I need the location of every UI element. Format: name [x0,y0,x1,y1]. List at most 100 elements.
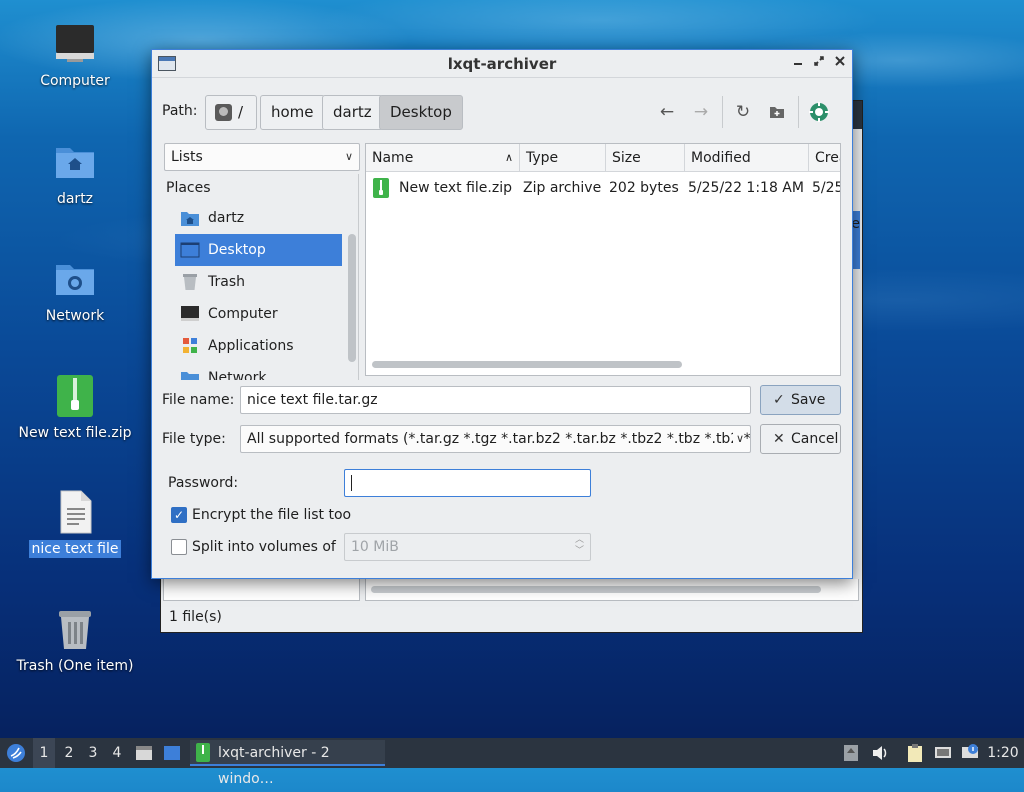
file-list-header: Name ∧ Type Size Modified Crea [366,144,840,172]
trash-icon [183,274,197,290]
toolbar-separator [798,96,799,128]
workspace-1[interactable]: 1 [33,738,55,768]
desktop-icon-network[interactable]: Network [10,257,140,325]
breadcrumb-home[interactable]: home [260,95,325,130]
place-item-network[interactable]: Network [175,362,342,380]
taskbar: 1 2 3 4 lxqt-archiver - 2 windo… 1:20 [0,738,1024,787]
sort-ascending-icon: ∧ [504,151,513,164]
tray-volume[interactable] [871,744,889,762]
password-input[interactable] [344,469,591,497]
tray-notification[interactable] [961,744,979,762]
place-item-dartz[interactable]: dartz [175,202,342,234]
folder-pane[interactable] [163,579,360,601]
network-wired-icon [935,747,951,758]
column-header-name[interactable]: Name ∧ [366,144,520,172]
file-size: 202 bytes [609,180,679,196]
horizontal-scrollbar[interactable] [371,586,821,593]
clock[interactable]: 1:20 [985,738,1021,768]
password-label: Password: [168,475,239,491]
clock-text: 1:20 [987,745,1019,761]
zip-archive-icon [53,374,97,418]
breadcrumb-desktop[interactable]: Desktop [379,95,463,130]
computer-icon [181,306,199,321]
workspace-4[interactable]: 4 [106,738,128,768]
pane-separator[interactable] [358,174,359,380]
checkmark-icon: ✓ [773,392,785,408]
close-icon: ✕ [773,431,785,447]
file-manager-icon [136,746,152,760]
desktop-icon-trash[interactable]: Trash (One item) [10,607,140,675]
show-desktop-button[interactable] [161,738,183,768]
column-header-created[interactable]: Crea [809,144,840,172]
workspace-2[interactable]: 2 [58,738,80,768]
forward-button[interactable]: → [686,94,716,130]
desktop-icon [180,242,200,258]
place-item-computer[interactable]: Computer [175,298,342,330]
split-checkbox[interactable] [171,539,187,555]
minimize-button[interactable] [789,54,807,72]
file-name-input[interactable]: nice text file.tar.gz [240,386,751,414]
split-label: Split into volumes of [192,539,336,555]
desktop-icon-label: Trash (One item) [16,658,134,674]
workspace-3[interactable]: 3 [82,738,104,768]
file-created: 5/25 [812,180,841,196]
place-label: Desktop [208,242,266,258]
file-type-select[interactable]: All supported formats (*.tar.gz *.tgz *.… [240,425,751,453]
save-label: Save [791,392,826,408]
place-label: dartz [208,210,245,226]
back-button[interactable]: ← [652,94,682,130]
dialog-titlebar[interactable]: lxqt-archiver [152,50,852,78]
column-header-type[interactable]: Type [520,144,606,172]
reload-button[interactable]: ↻ [728,94,758,130]
applications-icon [183,338,197,353]
dialog-title: lxqt-archiver [447,55,557,73]
breadcrumb-dartz[interactable]: dartz [322,95,383,130]
column-header-size[interactable]: Size [606,144,685,172]
breadcrumb-label: / [238,103,244,121]
volume-size-value: 10 MiB [351,539,399,555]
file-row[interactable]: New text file.zip Zip archive 202 bytes … [366,174,840,202]
desktop-icon-computer[interactable]: Computer [10,22,140,90]
file-type-value: All supported formats (*.tar.gz *.tgz *.… [247,431,751,447]
tray-network[interactable] [934,744,952,762]
network-folder-icon [53,257,97,301]
desktop-icon-home[interactable]: dartz [10,140,140,208]
view-options-button[interactable] [804,94,834,130]
new-folder-button[interactable] [762,94,792,130]
volume-size-spinbox[interactable]: 10 MiB ︿ ﹀ [344,533,591,561]
taskbar-task-archiver[interactable]: lxqt-archiver - 2 windo… [190,740,385,787]
breadcrumb-label: dartz [333,103,372,121]
file-manager-launcher[interactable] [133,738,155,768]
path-bar: Path: / home dartz Desktop ← → ↻ [152,94,852,130]
spin-arrows-icon[interactable]: ︿ ﹀ [575,535,584,557]
new-folder-icon [770,107,784,118]
file-list-hscrollbar[interactable] [372,361,682,368]
maximize-button[interactable] [810,54,828,72]
place-item-trash[interactable]: Trash [175,266,342,298]
lubuntu-logo-icon [7,744,25,762]
encrypt-checkbox[interactable]: ✓ [171,507,187,523]
file-name-label: File name: [162,392,235,408]
save-button[interactable]: ✓ Save [760,385,841,415]
home-folder-icon [53,140,97,184]
close-button[interactable] [831,54,849,72]
cancel-label: Cancel [791,431,839,447]
place-item-applications[interactable]: Applications [175,330,342,362]
close-icon [835,56,845,66]
network-folder-icon [181,372,199,380]
places-view-select[interactable]: Lists ∨ [164,143,360,171]
column-header-modified[interactable]: Modified [685,144,809,172]
tray-clipboard[interactable] [907,744,925,762]
start-menu-button[interactable] [4,738,28,768]
cancel-button[interactable]: ✕ Cancel [760,424,841,454]
desktop-icon-text-file[interactable]: nice text file [10,490,140,558]
desktop-icon-zip[interactable]: New text file.zip [10,374,140,442]
desktop-icon-label: nice text file [28,540,122,558]
workspace-label: 2 [64,745,74,761]
place-item-desktop[interactable]: Desktop [175,234,342,266]
places-scrollbar[interactable] [348,234,356,362]
breadcrumb-root[interactable]: / [205,95,257,130]
tray-updates[interactable] [843,744,861,762]
places-sidebar: Places dartz Desktop Trash Computer Appl… [164,174,358,380]
file-name-value: nice text file.tar.gz [247,392,378,408]
